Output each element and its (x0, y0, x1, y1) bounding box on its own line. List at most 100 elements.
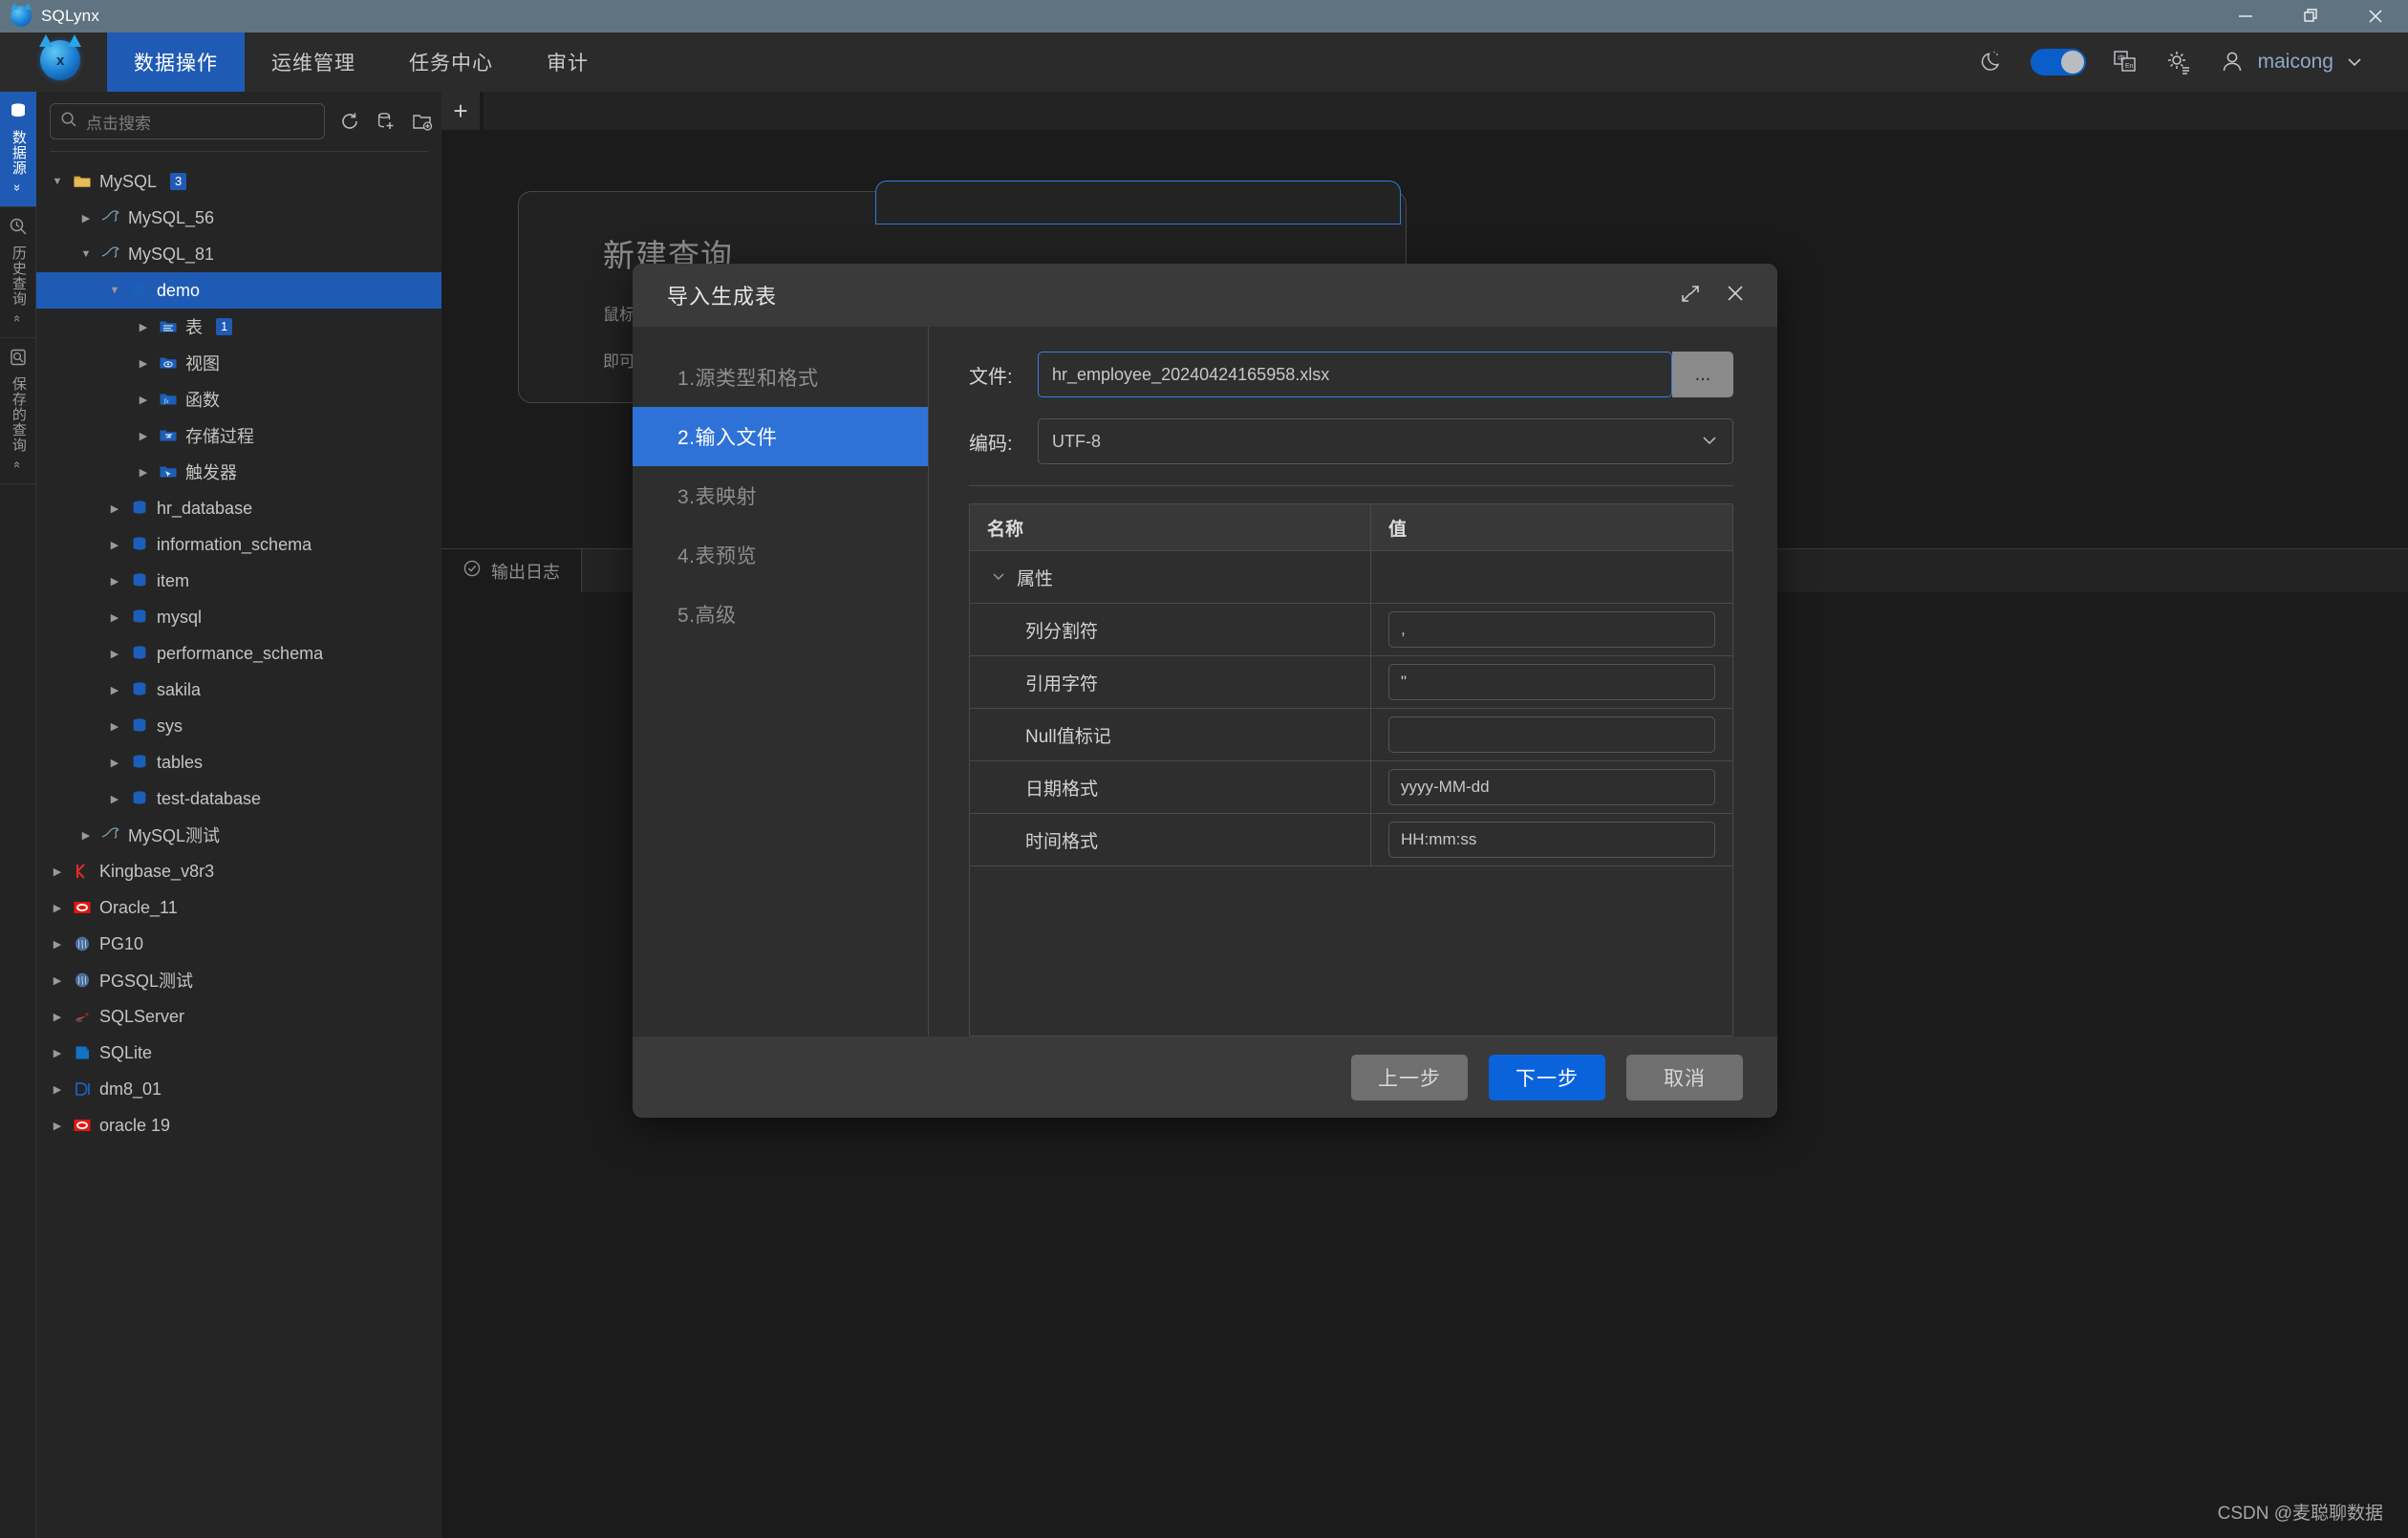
tree-node[interactable]: 触发器 (36, 454, 441, 490)
wizard-step-table-preview[interactable]: 4.表预览 (633, 525, 928, 585)
caret-right-icon[interactable] (50, 1120, 65, 1132)
caret-right-icon[interactable] (136, 466, 151, 479)
property-value-input[interactable]: , (1388, 611, 1715, 648)
property-value-input[interactable]: yyyy-MM-dd (1388, 769, 1715, 805)
tree-node[interactable]: 表1 (36, 309, 441, 345)
wizard-step-table-mapping[interactable]: 3.表映射 (633, 466, 928, 525)
caret-right-icon[interactable] (136, 430, 151, 442)
tree-node[interactable]: Kingbase_v8r3 (36, 853, 441, 889)
caret-right-icon[interactable] (107, 502, 122, 515)
properties-group-row[interactable]: 属性 (970, 550, 1732, 603)
close-icon[interactable] (2343, 0, 2408, 32)
tree-node[interactable]: tables (36, 744, 441, 780)
search-input[interactable]: 点击搜索 (50, 103, 325, 139)
language-switch-icon[interactable]: 中 En (2111, 48, 2139, 76)
tree-node[interactable]: SQLite (36, 1035, 441, 1071)
caret-right-icon[interactable] (107, 793, 122, 805)
caret-right-icon[interactable] (50, 938, 65, 951)
rail-expand-chevron-history[interactable]: « (11, 315, 25, 322)
rail-item-datasource[interactable]: 数据源 » (0, 92, 36, 207)
caret-right-icon[interactable] (107, 539, 122, 551)
prev-step-button[interactable]: 上一步 (1351, 1055, 1468, 1100)
caret-right-icon[interactable] (136, 394, 151, 406)
tree-node[interactable]: information_schema (36, 526, 441, 563)
expand-icon[interactable] (1680, 283, 1701, 309)
theme-toggle[interactable] (2031, 49, 2086, 75)
chevron-down-icon[interactable] (991, 568, 1006, 587)
wizard-step-advanced[interactable]: 5.高级 (633, 585, 928, 644)
property-name: 列分割符 (970, 617, 1098, 643)
minimize-icon[interactable] (2213, 0, 2278, 32)
rail-item-saved-query[interactable]: 保存的查询 « (0, 338, 36, 484)
tree-node[interactable]: MySQL3 (36, 163, 441, 200)
new-tab-button[interactable]: + (441, 92, 480, 130)
close-icon[interactable] (1724, 282, 1747, 310)
nav-tab-ops-management[interactable]: 运维管理 (245, 32, 382, 92)
tree-node[interactable]: test-database (36, 780, 441, 817)
caret-right-icon[interactable] (50, 1011, 65, 1023)
gear-icon[interactable] (2164, 48, 2193, 76)
tree-node[interactable]: PG10 (36, 926, 441, 962)
tab-output-log[interactable]: 输出日志 (441, 549, 581, 593)
tree-node[interactable]: 存储过程 (36, 417, 441, 454)
import-generate-table-dialog: 导入生成表 (633, 264, 1777, 1118)
tree-node[interactable]: SQLServer (36, 998, 441, 1035)
property-value-input[interactable] (1388, 716, 1715, 753)
rail-expand-chevron-saved[interactable]: « (11, 461, 25, 468)
nav-tab-data-operation[interactable]: 数据操作 (107, 32, 245, 92)
tree-node[interactable]: PGSQL测试 (36, 962, 441, 998)
tree-node[interactable]: dm8_01 (36, 1071, 441, 1107)
rail-collapse-chevron[interactable]: » (11, 184, 25, 191)
caret-right-icon[interactable] (107, 575, 122, 587)
rail-item-history-query[interactable]: 历史查询 « (0, 207, 36, 338)
browse-file-button[interactable]: ... (1672, 352, 1733, 397)
tree-node[interactable]: performance_schema (36, 635, 441, 672)
tree-node[interactable]: 视图 (36, 345, 441, 381)
nav-tab-task-center[interactable]: 任务中心 (382, 32, 520, 92)
user-menu[interactable]: maicong (2218, 48, 2364, 76)
tree-node[interactable]: Oracle_11 (36, 889, 441, 926)
add-datasource-icon[interactable] (375, 110, 398, 133)
caret-right-icon[interactable] (50, 1047, 65, 1059)
tree-node[interactable]: oracle 19 (36, 1107, 441, 1143)
caret-right-icon[interactable] (78, 212, 94, 224)
wizard-step-input-file[interactable]: 2.输入文件 (633, 407, 928, 466)
property-value-input[interactable]: " (1388, 664, 1715, 700)
wizard-step-source-type[interactable]: 1.源类型和格式 (633, 348, 928, 407)
tree-node[interactable]: MySQL测试 (36, 817, 441, 853)
refresh-icon[interactable] (338, 110, 361, 133)
property-row: 列分割符, (970, 603, 1732, 655)
next-step-button[interactable]: 下一步 (1489, 1055, 1605, 1100)
maximize-restore-icon[interactable] (2278, 0, 2343, 32)
tree-node[interactable]: hr_database (36, 490, 441, 526)
caret-right-icon[interactable] (107, 648, 122, 660)
cancel-button[interactable]: 取消 (1626, 1055, 1743, 1100)
tree-node[interactable]: item (36, 563, 441, 599)
caret-right-icon[interactable] (107, 720, 122, 733)
caret-right-icon[interactable] (136, 321, 151, 333)
caret-down-icon[interactable] (78, 248, 94, 260)
nav-tab-audit[interactable]: 审计 (520, 32, 615, 92)
caret-down-icon[interactable] (107, 285, 122, 296)
tree-node[interactable]: fx函数 (36, 381, 441, 417)
tree-node[interactable]: MySQL_56 (36, 200, 441, 236)
caret-down-icon[interactable] (50, 176, 65, 187)
caret-right-icon[interactable] (50, 902, 65, 914)
add-folder-icon[interactable] (411, 110, 434, 133)
tree-node[interactable]: sakila (36, 672, 441, 708)
caret-right-icon[interactable] (50, 1083, 65, 1096)
encoding-select[interactable]: UTF-8 (1038, 418, 1733, 464)
tree-node[interactable]: MySQL_81 (36, 236, 441, 272)
property-value-input[interactable]: HH:mm:ss (1388, 822, 1715, 858)
caret-right-icon[interactable] (107, 684, 122, 696)
caret-right-icon[interactable] (50, 974, 65, 987)
caret-right-icon[interactable] (136, 357, 151, 370)
tree-node[interactable]: sys (36, 708, 441, 744)
tree-node[interactable]: demo (36, 272, 441, 309)
caret-right-icon[interactable] (50, 865, 65, 878)
file-path-input[interactable]: hr_employee_20240424165958.xlsx (1038, 352, 1672, 397)
caret-right-icon[interactable] (78, 829, 94, 842)
tree-node[interactable]: mysql (36, 599, 441, 635)
caret-right-icon[interactable] (107, 611, 122, 624)
caret-right-icon[interactable] (107, 757, 122, 769)
